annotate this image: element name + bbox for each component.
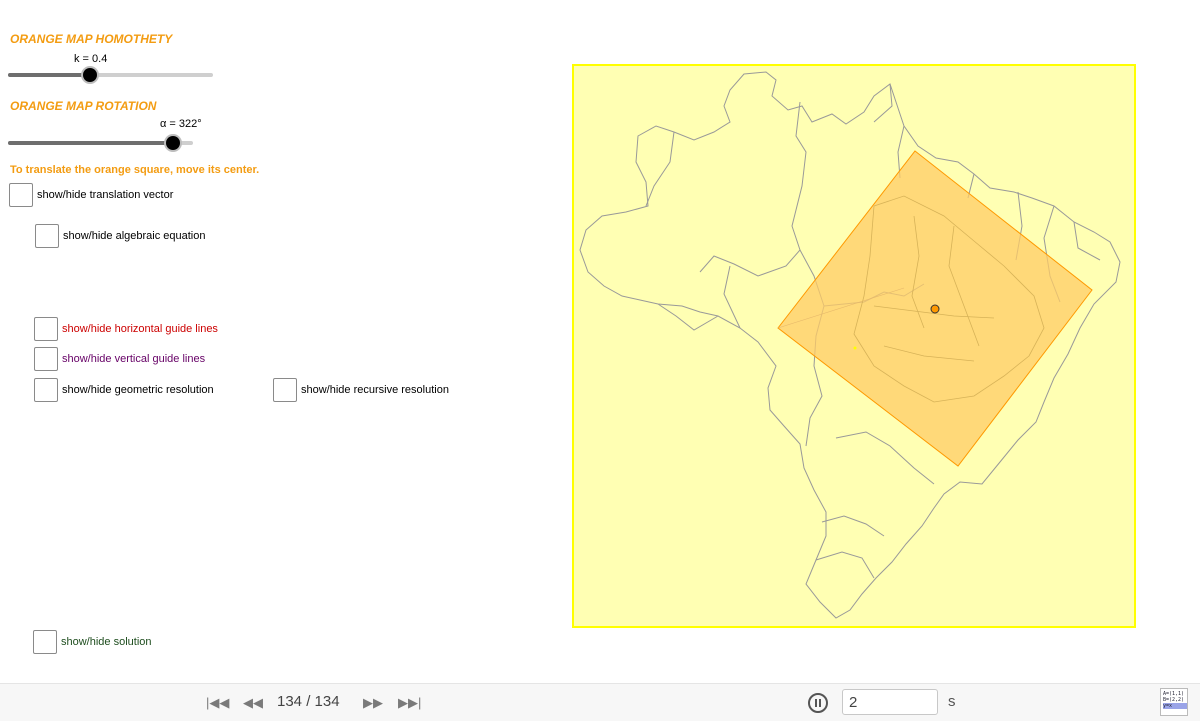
recursive-resolution-toggle[interactable]: show/hide recursive resolution (273, 378, 449, 402)
algebraic-equation-checkbox[interactable] (35, 224, 59, 248)
alpha-slider-label: α = 322° (160, 118, 202, 130)
translation-vector-label: show/hide translation vector (37, 189, 174, 201)
map-canvas[interactable] (572, 64, 1136, 628)
geometric-resolution-label: show/hide geometric resolution (62, 384, 214, 396)
algebraic-equation-label: show/hide algebraic equation (63, 230, 206, 242)
alpha-slider[interactable] (8, 134, 193, 152)
map-drawing (579, 71, 1121, 619)
algebraic-equation-toggle[interactable]: show/hide algebraic equation (35, 224, 206, 248)
vertical-guides-toggle[interactable]: show/hide vertical guide lines (34, 347, 205, 371)
algebra-icon-line-3: y=x (1163, 703, 1187, 709)
alpha-slider-fill (8, 141, 173, 145)
rotation-title: ORANGE MAP ROTATION (10, 99, 157, 113)
k-slider-fill (8, 73, 90, 77)
vertical-guides-checkbox[interactable] (34, 347, 58, 371)
horizontal-guides-toggle[interactable]: show/hide horizontal guide lines (34, 317, 218, 341)
playback-toolbar: |◀◀ ◀◀ 134 / 134 ▶▶ ▶▶| s A=(1,1) B=(2,2… (0, 683, 1200, 721)
algebra-view-icon[interactable]: A=(1,1) B=(2,2) y=x (1160, 688, 1188, 716)
translation-vector-toggle[interactable]: show/hide translation vector (9, 183, 173, 207)
k-slider[interactable] (8, 66, 213, 84)
solution-checkbox[interactable] (33, 630, 57, 654)
horizontal-guides-checkbox[interactable] (34, 317, 58, 341)
speed-unit: s (948, 693, 956, 710)
orange-square-center-point[interactable] (930, 304, 940, 314)
recursive-resolution-label: show/hide recursive resolution (301, 384, 449, 396)
homothety-title: ORANGE MAP HOMOTHETY (10, 32, 173, 46)
solution-label: show/hide solution (61, 636, 152, 648)
vertical-guides-label: show/hide vertical guide lines (62, 353, 206, 365)
solution-toggle[interactable]: show/hide solution (33, 630, 152, 654)
yellow-map-center-point (853, 346, 857, 350)
alpha-slider-knob[interactable] (166, 136, 180, 150)
step-forward-icon[interactable]: ▶▶ (363, 696, 383, 710)
skip-to-end-icon[interactable]: ▶▶| (398, 696, 421, 710)
step-back-icon[interactable]: ◀◀ (243, 696, 263, 710)
k-slider-track[interactable] (8, 73, 213, 77)
step-counter: 134 / 134 (277, 693, 340, 710)
horizontal-guides-label: show/hide horizontal guide lines (62, 323, 218, 335)
translate-instruction: To translate the orange square, move its… (10, 164, 260, 176)
translation-vector-checkbox[interactable] (9, 183, 33, 207)
skip-to-start-icon[interactable]: |◀◀ (206, 696, 229, 710)
k-slider-label: k = 0.4 (74, 53, 108, 65)
geometric-resolution-checkbox[interactable] (34, 378, 58, 402)
geometric-resolution-toggle[interactable]: show/hide geometric resolution (34, 378, 214, 402)
pause-icon[interactable] (808, 693, 828, 713)
k-slider-knob[interactable] (83, 68, 97, 82)
recursive-resolution-checkbox[interactable] (273, 378, 297, 402)
speed-input[interactable] (842, 689, 938, 715)
